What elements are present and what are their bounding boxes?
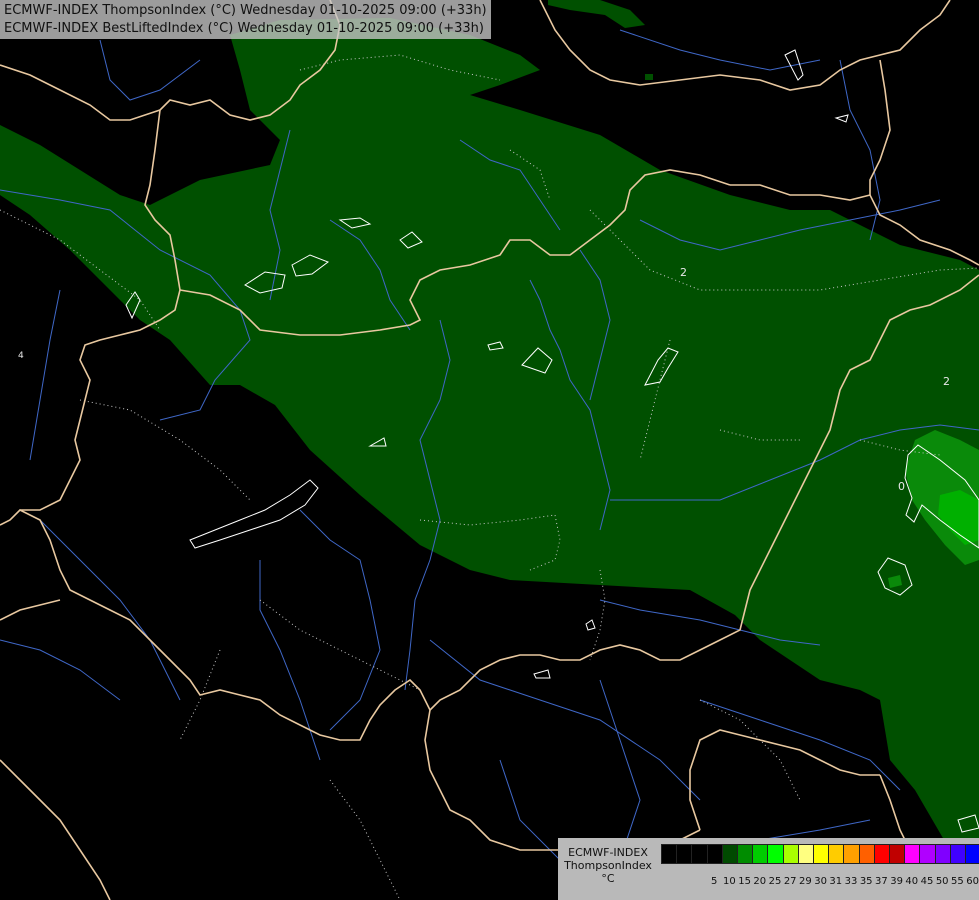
legend-swatch <box>737 844 754 864</box>
map-header: ECMWF-INDEX ThompsonIndex (°C) Wednesday… <box>0 0 491 39</box>
legend-swatch <box>813 844 830 864</box>
legend-swatch <box>904 844 921 864</box>
color-legend: ECMWF-INDEX ThompsonIndex °C 5 10 15 20 25 27… <box>558 838 979 900</box>
legend-swatch <box>797 844 814 864</box>
legend-swatch <box>889 844 906 864</box>
legend-tick-label: 60 <box>966 876 979 887</box>
thompson-index-fill-low-upper-2 <box>645 74 653 80</box>
legend-swatch <box>858 844 875 864</box>
legend-unit: °C <box>601 872 615 885</box>
legend-swatch <box>843 844 860 864</box>
contour-label-4: 4 <box>18 351 24 361</box>
contour-label-2-a: 2 <box>680 266 687 279</box>
legend-swatch <box>919 844 936 864</box>
legend-swatch <box>873 844 890 864</box>
legend-swatch <box>782 844 799 864</box>
header-line-thompson: ECMWF-INDEX ThompsonIndex (°C) Wednesday… <box>4 3 487 18</box>
legend-swatch <box>767 844 784 864</box>
legend-swatch <box>949 844 966 864</box>
legend-parameter: ThompsonIndex <box>564 859 652 872</box>
legend-title: ECMWF-INDEX ThompsonIndex °C <box>558 846 658 885</box>
weather-map: 2 2 0 4 <box>0 0 979 900</box>
legend-swatch <box>965 844 979 864</box>
legend-swatch <box>691 844 708 864</box>
legend-swatch <box>752 844 769 864</box>
legend-model: ECMWF-INDEX <box>568 846 648 859</box>
legend-swatch <box>721 844 738 864</box>
legend-swatch <box>934 844 951 864</box>
legend-swatch <box>661 844 678 864</box>
legend-swatch <box>676 844 693 864</box>
legend-swatch <box>828 844 845 864</box>
header-line-lifted: ECMWF-INDEX BestLiftedIndex (°C) Wednesd… <box>4 21 484 36</box>
contour-label-0: 0 <box>898 480 905 493</box>
contour-label-2-b: 2 <box>943 375 950 388</box>
legend-swatch <box>706 844 723 864</box>
